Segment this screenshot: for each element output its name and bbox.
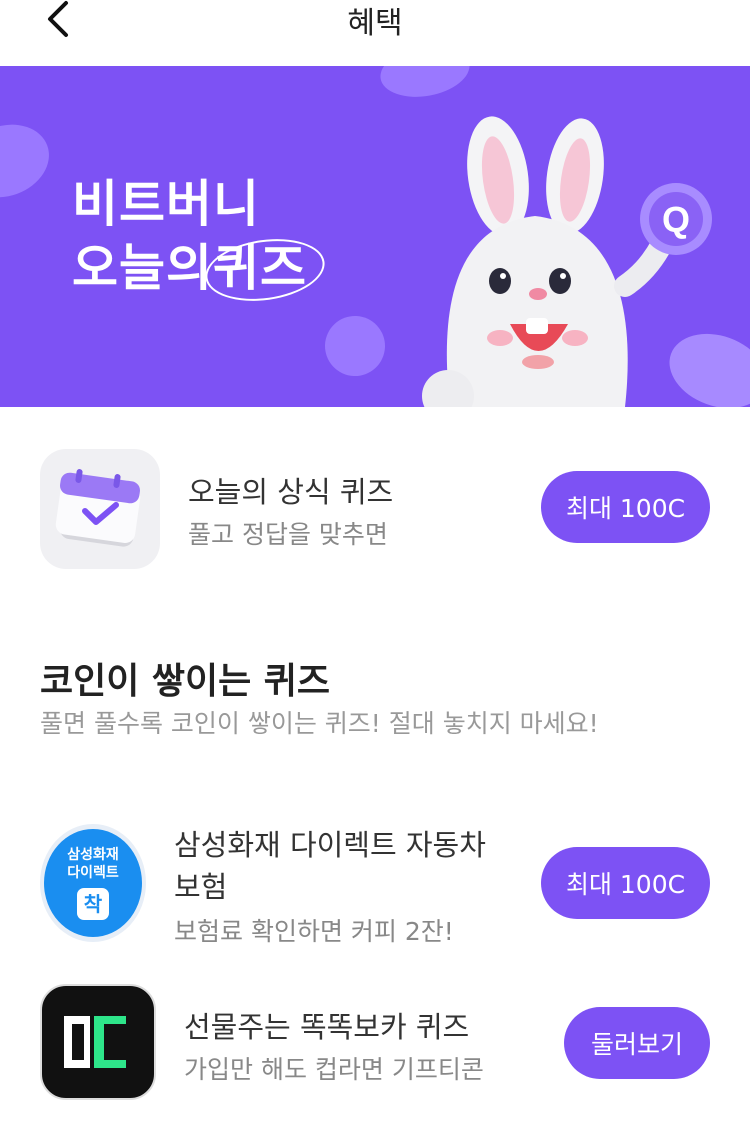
q-badge-text: Q — [662, 199, 690, 240]
today-quiz-button[interactable]: 최대 100C — [541, 471, 710, 543]
section-title: 코인이 쌓이는 퀴즈 — [40, 661, 331, 702]
bunny-mascot: Q — [422, 116, 712, 407]
samsung-icon-text2: 다이렉트 — [67, 865, 119, 881]
today-quiz-title: 오늘의 상식 퀴즈 — [188, 475, 394, 509]
voca-quiz-title: 선물주는 똑똑보카 퀴즈 — [184, 1010, 470, 1044]
quiz-banner[interactable]: 비트버니 오늘의 퀴즈 Q — [0, 66, 750, 407]
voca-quiz-subtitle: 가입만 해도 컵라면 기프티콘 — [184, 1055, 484, 1084]
coin-decoration — [0, 112, 60, 210]
ddokddok-voca-icon — [40, 984, 156, 1100]
calendar-icon-box — [40, 449, 160, 569]
samsung-icon-text1: 삼성화재 — [67, 847, 119, 863]
coin-decoration — [316, 307, 394, 385]
samsung-quiz-title-line2: 보험 — [174, 870, 228, 904]
today-quiz-subtitle: 풀고 정답을 맞추면 — [188, 520, 388, 549]
list-item[interactable]: 삼성화재 다이렉트 착 삼성화재 다이렉트 자동차 보험 보험료 확인하면 커피… — [0, 810, 750, 960]
page-title: 혜택 — [347, 6, 403, 41]
top-bar: 혜택 — [0, 0, 750, 66]
samsung-quiz-title-line1: 삼성화재 다이렉트 자동차 — [174, 828, 486, 862]
samsung-quiz-button[interactable]: 최대 100C — [541, 847, 710, 919]
section-subtitle: 풀면 풀수록 코인이 쌓이는 퀴즈! 절대 놓치지 마세요! — [40, 709, 599, 738]
banner-title: 비트버니 오늘의 퀴즈 — [72, 172, 329, 309]
samsung-quiz-subtitle: 보험료 확인하면 커피 2잔! — [174, 917, 454, 946]
list-item[interactable]: 선물주는 똑똑보카 퀴즈 가입만 해도 컵라면 기프티콘 둘러보기 — [0, 980, 750, 1120]
banner-highlight: 퀴즈 — [201, 231, 329, 309]
banner-line2-prefix: 오늘의 — [72, 239, 213, 297]
coin-decoration — [376, 66, 474, 104]
voca-logo-icon — [64, 1016, 126, 1068]
today-quiz-item[interactable]: 오늘의 상식 퀴즈 풀고 정답을 맞추면 최대 100C — [0, 407, 750, 607]
calendar-check-icon — [55, 469, 141, 547]
banner-line1: 비트버니 — [72, 175, 260, 233]
voca-quiz-button[interactable]: 둘러보기 — [564, 1007, 710, 1079]
samsung-icon-badge: 착 — [77, 888, 109, 920]
samsung-direct-icon: 삼성화재 다이렉트 착 — [40, 824, 146, 942]
